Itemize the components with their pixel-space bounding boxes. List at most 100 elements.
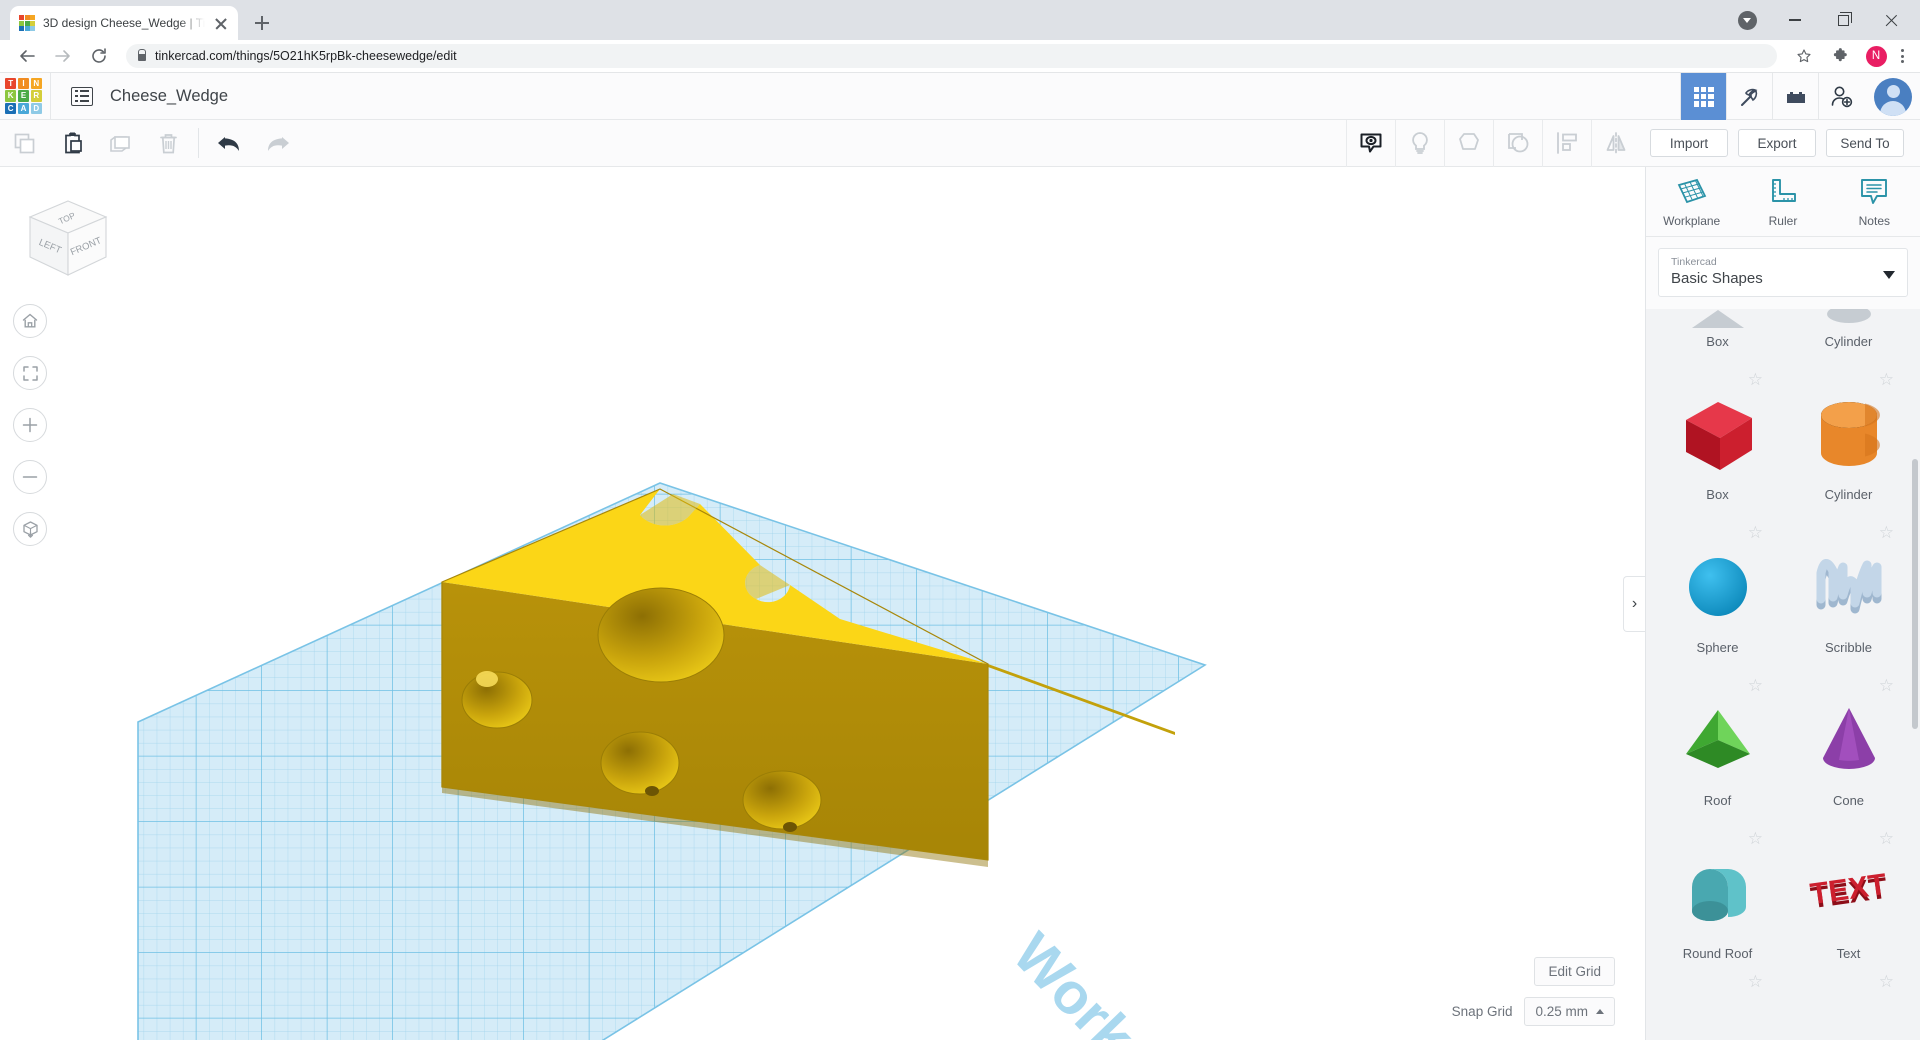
workplane-tool[interactable]: Workplane xyxy=(1646,177,1737,228)
shape-label: Text xyxy=(1836,946,1861,961)
reload-icon[interactable] xyxy=(84,41,114,71)
favorite-star-icon[interactable]: ☆ xyxy=(1879,371,1894,388)
ruler-tool[interactable]: Ruler xyxy=(1737,177,1828,228)
shape-item-cone[interactable]: ☆ Cone xyxy=(1783,663,1914,816)
forward-icon[interactable] xyxy=(48,41,78,71)
group-icon[interactable] xyxy=(1444,119,1493,167)
shape-list[interactable]: Box Cylinder ☆ Box ☆ Cylinder ☆ Sphere ☆… xyxy=(1646,309,1920,1040)
shape-thumbnail xyxy=(1783,540,1914,636)
new-tab-button[interactable] xyxy=(248,9,276,37)
favorite-star-icon[interactable]: ☆ xyxy=(1879,830,1894,847)
panel-collapse-handle[interactable]: › xyxy=(1623,575,1645,632)
shape-label: Box xyxy=(1706,487,1729,502)
zoom-in-icon[interactable] xyxy=(13,408,47,442)
tinkercad-logo[interactable]: TIN KER CAD xyxy=(3,76,44,117)
browser-profile-avatar[interactable]: N xyxy=(1861,41,1891,71)
favorite-star-icon[interactable]: ☆ xyxy=(1748,524,1763,541)
home-view-icon[interactable] xyxy=(13,304,47,338)
view-cube[interactable]: TOP LEFT FRONT xyxy=(22,195,114,287)
favorite-star-icon[interactable]: ☆ xyxy=(1879,677,1894,694)
favorite-star-icon[interactable]: ☆ xyxy=(1879,973,1894,990)
show-hide-icon[interactable] xyxy=(1346,119,1395,167)
favorite-star-icon[interactable]: ☆ xyxy=(1748,677,1763,694)
snap-grid-row: Snap Grid 0.25 mm xyxy=(1452,997,1615,1026)
grid-icon[interactable] xyxy=(1680,73,1726,120)
copy-icon[interactable] xyxy=(0,120,48,167)
address-bar[interactable]: tinkercad.com/things/5O21hK5rpBk-cheesew… xyxy=(126,44,1777,68)
edit-grid-button[interactable]: Edit Grid xyxy=(1534,957,1615,986)
shape-thumbnail xyxy=(1652,693,1783,789)
shape-label: Box xyxy=(1706,334,1729,349)
shape-thumbnail xyxy=(1652,387,1783,483)
snap-grid-select[interactable]: 0.25 mm xyxy=(1524,997,1615,1026)
ruler-tool-label: Ruler xyxy=(1768,214,1798,228)
shape-item[interactable]: Box xyxy=(1652,309,1783,357)
ruler-icon xyxy=(1772,179,1796,202)
extensions-puzzle-icon[interactable] xyxy=(1825,41,1855,71)
avatar[interactable] xyxy=(1874,77,1912,116)
align-icon[interactable] xyxy=(1542,119,1591,167)
shape-item[interactable]: Cylinder xyxy=(1783,309,1914,357)
import-button[interactable]: Import xyxy=(1650,129,1728,157)
shape-item-round-roof[interactable]: ☆ Round Roof xyxy=(1652,816,1783,969)
shape-item-cylinder[interactable]: ☆ Cylinder xyxy=(1783,357,1914,510)
close-icon[interactable] xyxy=(213,15,229,31)
redo-icon[interactable] xyxy=(253,120,301,167)
export-button[interactable]: Export xyxy=(1738,129,1816,157)
duplicate-icon[interactable] xyxy=(96,120,144,167)
edit-toolbar: Import Export Send To xyxy=(0,119,1920,167)
browser-tab[interactable]: 3D design Cheese_Wedge | Tink xyxy=(10,6,238,40)
shape-item[interactable]: ☆ xyxy=(1652,969,1783,995)
shape-label: Scribble xyxy=(1825,640,1872,655)
favorite-star-icon[interactable]: ☆ xyxy=(1748,973,1763,990)
back-icon[interactable] xyxy=(12,41,42,71)
pickaxe-icon[interactable] xyxy=(1726,73,1772,120)
project-list-icon[interactable] xyxy=(71,86,93,106)
minimize-button[interactable] xyxy=(1772,3,1818,37)
maximize-button[interactable] xyxy=(1820,3,1866,37)
favorite-star-icon[interactable]: ☆ xyxy=(1879,524,1894,541)
snap-grid-value: 0.25 mm xyxy=(1535,1004,1588,1019)
send-to-button[interactable]: Send To xyxy=(1826,129,1904,157)
profile-caret-icon[interactable] xyxy=(1724,3,1770,37)
shape-item-sphere[interactable]: ☆ Sphere xyxy=(1652,510,1783,663)
ungroup-icon[interactable] xyxy=(1493,119,1542,167)
shape-thumbnail xyxy=(1652,540,1783,636)
library-selector-wrap: Tinkercad Basic Shapes xyxy=(1646,237,1920,309)
shape-label: Cylinder xyxy=(1824,487,1873,502)
perspective-icon[interactable] xyxy=(13,512,47,546)
shape-item-scribble[interactable]: ☆ Scribble xyxy=(1783,510,1914,663)
shape-item[interactable]: ☆ xyxy=(1783,969,1914,995)
snap-grid-label: Snap Grid xyxy=(1451,1004,1513,1019)
chevron-down-icon xyxy=(1883,270,1895,279)
shape-thumbnail xyxy=(1783,387,1914,483)
chevron-up-icon xyxy=(1596,1009,1604,1014)
shape-item-roof[interactable]: ☆ Roof xyxy=(1652,663,1783,816)
zoom-out-icon[interactable] xyxy=(13,460,47,494)
shape-item-box[interactable]: ☆ Box xyxy=(1652,357,1783,510)
close-window-button[interactable] xyxy=(1868,3,1914,37)
notes-tool[interactable]: Notes xyxy=(1829,177,1920,228)
browser-menu-icon[interactable] xyxy=(1897,45,1908,66)
mirror-icon[interactable] xyxy=(1591,119,1640,167)
shape-item-text[interactable]: ☆ TEXT TEXT Text xyxy=(1783,816,1914,969)
shape-label: Cylinder xyxy=(1824,334,1873,349)
blocks-icon[interactable] xyxy=(1772,73,1818,120)
undo-icon[interactable] xyxy=(205,120,253,167)
workplane-watermark: Workplane xyxy=(1001,921,1253,1040)
address-bar-url: tinkercad.com/things/5O21hK5rpBk-cheesew… xyxy=(155,49,457,63)
favorite-star-icon[interactable]: ☆ xyxy=(1748,830,1763,847)
delete-icon[interactable] xyxy=(144,120,192,167)
add-person-icon[interactable] xyxy=(1818,73,1864,120)
library-selector[interactable]: Tinkercad Basic Shapes xyxy=(1658,248,1908,297)
app-header: TIN KER CAD Cheese_Wedge xyxy=(0,72,1920,120)
shape-label: Cone xyxy=(1832,793,1865,808)
3d-viewport[interactable]: Workplane xyxy=(0,167,1645,1040)
shape-list-scrollbar[interactable] xyxy=(1912,459,1918,729)
shapes-panel: Workplane Ruler Notes Tinkercad Basic Sh… xyxy=(1645,167,1920,1040)
fit-view-icon[interactable] xyxy=(13,356,47,390)
bookmark-star-icon[interactable] xyxy=(1789,41,1819,71)
favorite-star-icon[interactable]: ☆ xyxy=(1748,371,1763,388)
paste-icon[interactable] xyxy=(48,120,96,167)
light-bulb-icon[interactable] xyxy=(1395,119,1444,167)
